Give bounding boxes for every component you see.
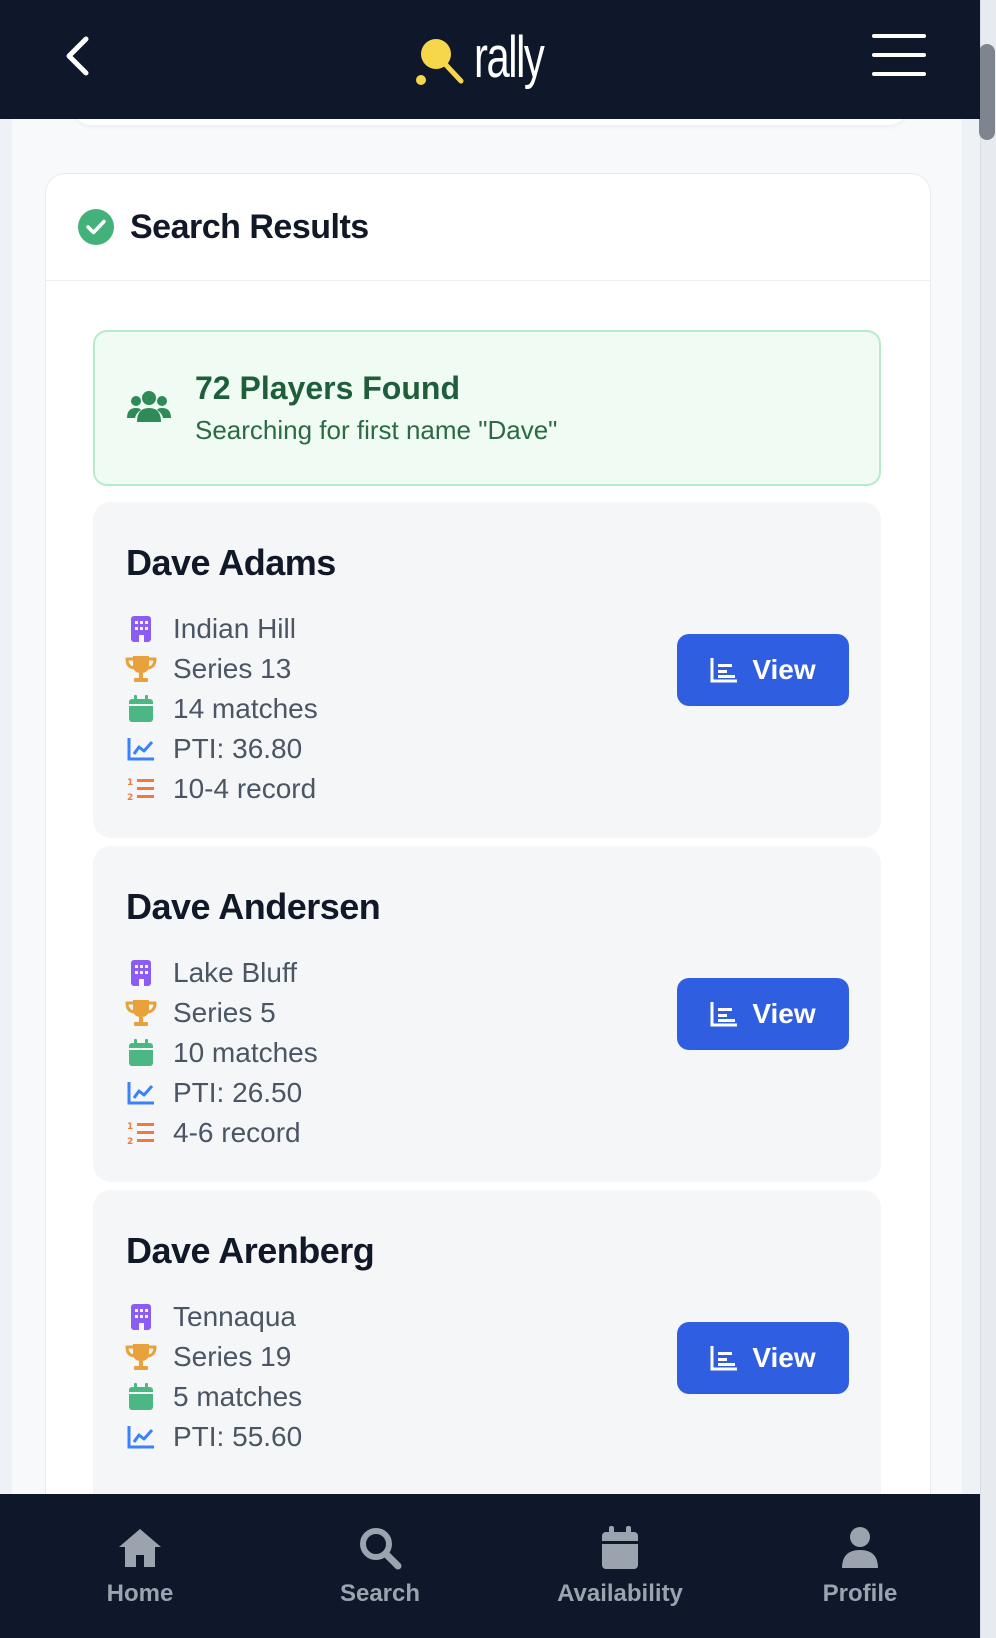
stat-series: Series 19 xyxy=(125,1337,302,1377)
main-content[interactable]: Search Results 72 Players Found Searchin… xyxy=(12,119,962,1499)
stat-pti: PTI: 36.80 xyxy=(125,729,318,769)
stat-series: Series 13 xyxy=(125,649,318,689)
view-button-label: View xyxy=(752,998,816,1029)
stat-pti: PTI: 55.60 xyxy=(125,1417,302,1457)
club-name: Indian Hill xyxy=(173,613,296,644)
chart-line-icon xyxy=(125,735,157,763)
calendar-icon xyxy=(125,1383,157,1411)
calendar-icon xyxy=(602,1526,638,1569)
player-stats: Tennaqua Series 19 5 matches PTI: 55.60 xyxy=(125,1297,302,1457)
svg-text:1: 1 xyxy=(127,778,133,788)
users-icon xyxy=(127,391,171,422)
stat-matches: 14 matches xyxy=(125,689,318,729)
top-header: rally xyxy=(0,0,980,119)
building-icon xyxy=(125,959,157,987)
series-name: Series 13 xyxy=(173,653,292,684)
nav-search[interactable]: Search xyxy=(260,1494,500,1638)
trophy-icon xyxy=(125,655,157,683)
stat-pti: PTI: 26.50 xyxy=(125,1073,318,1113)
player-name: Dave Andersen xyxy=(126,886,381,927)
svg-text:2: 2 xyxy=(127,1137,133,1146)
nav-availability[interactable]: Availability xyxy=(500,1494,740,1638)
view-player-button[interactable]: View xyxy=(677,634,849,706)
stat-series: Series 5 xyxy=(125,993,318,1033)
player-name: Dave Arenberg xyxy=(126,1230,375,1271)
win-loss-record: 4-6 record xyxy=(173,1117,301,1148)
check-circle-icon xyxy=(78,209,114,245)
player-stats: Indian Hill Series 13 14 matches PTI: 36… xyxy=(125,609,318,809)
view-button-label: View xyxy=(752,1342,816,1373)
menu-icon-line xyxy=(872,34,926,38)
svg-text:1: 1 xyxy=(127,1122,133,1132)
pti-value: PTI: 26.50 xyxy=(173,1077,303,1108)
match-count: 5 matches xyxy=(173,1381,303,1412)
win-loss-record: 10-4 record xyxy=(173,773,317,804)
nav-profile[interactable]: Profile xyxy=(740,1494,980,1638)
card-title: Search Results xyxy=(130,207,369,246)
menu-button[interactable] xyxy=(872,34,926,76)
calendar-icon xyxy=(125,695,157,723)
building-icon xyxy=(125,1303,157,1331)
search-query-text: Searching for first name "Dave" xyxy=(195,415,558,445)
list-ol-icon: 12 xyxy=(125,775,157,803)
series-name: Series 19 xyxy=(173,1341,292,1372)
stat-club: Indian Hill xyxy=(125,609,318,649)
scrollbar-thumb[interactable] xyxy=(979,44,995,140)
stat-record: 12 10-4 record xyxy=(125,769,318,809)
previous-card-edge xyxy=(70,119,910,125)
trophy-icon xyxy=(125,1343,157,1371)
chevron-left-icon xyxy=(66,36,89,76)
nav-availability-label: Availability xyxy=(557,1580,683,1607)
nav-home[interactable]: Home xyxy=(0,1494,260,1638)
results-count: 72 Players Found xyxy=(195,370,460,406)
stat-record: 12 4-6 record xyxy=(125,1113,318,1153)
view-player-button[interactable]: View xyxy=(677,1322,849,1394)
player-stats: Lake Bluff Series 5 10 matches PTI: 26.5… xyxy=(125,953,318,1153)
pti-value: PTI: 55.60 xyxy=(173,1421,303,1452)
scrollbar-track[interactable] xyxy=(980,0,996,1638)
chart-bar-icon xyxy=(710,1002,738,1027)
nav-profile-label: Profile xyxy=(822,1580,898,1607)
menu-icon-line xyxy=(872,72,926,76)
pti-value: PTI: 36.80 xyxy=(173,733,303,764)
building-icon xyxy=(125,615,157,643)
club-name: Tennaqua xyxy=(173,1301,297,1332)
list-ol-icon: 12 xyxy=(125,1119,157,1147)
trophy-icon xyxy=(125,999,157,1027)
player-card[interactable]: Dave Arenberg Tennaqua Series 19 5 match… xyxy=(93,1190,881,1499)
app-logo[interactable]: rally xyxy=(416,24,570,94)
chart-bar-icon xyxy=(710,658,738,683)
chart-line-icon xyxy=(125,1079,157,1107)
nav-home-label: Home xyxy=(106,1580,174,1607)
match-count: 14 matches xyxy=(173,693,318,724)
svg-text:2: 2 xyxy=(127,793,133,802)
rally-logo-icon xyxy=(416,39,464,85)
view-button-label: View xyxy=(752,654,816,685)
view-player-button[interactable]: View xyxy=(677,978,849,1050)
chart-line-icon xyxy=(125,1423,157,1451)
search-results-card: Search Results 72 Players Found Searchin… xyxy=(45,173,931,1499)
calendar-icon xyxy=(125,1039,157,1067)
club-name: Lake Bluff xyxy=(173,957,298,988)
chart-bar-icon xyxy=(710,1346,738,1371)
series-name: Series 5 xyxy=(173,997,276,1028)
stat-club: Lake Bluff xyxy=(125,953,318,993)
stat-matches: 10 matches xyxy=(125,1033,318,1073)
player-name: Dave Adams xyxy=(126,542,336,583)
stat-matches: 5 matches xyxy=(125,1377,302,1417)
back-button[interactable] xyxy=(52,30,102,82)
match-count: 10 matches xyxy=(173,1037,318,1068)
profile-icon xyxy=(842,1527,878,1568)
search-icon xyxy=(360,1528,402,1570)
bottom-nav: Home Search Availability Profile xyxy=(0,1494,980,1638)
player-card[interactable]: Dave Adams Indian Hill Series 13 14 matc… xyxy=(93,502,881,838)
nav-search-label: Search xyxy=(339,1580,421,1607)
results-summary: 72 Players Found Searching for first nam… xyxy=(93,330,881,486)
logo-text: rally xyxy=(474,24,545,90)
menu-icon-line xyxy=(872,53,926,57)
home-icon xyxy=(119,1529,161,1567)
stat-club: Tennaqua xyxy=(125,1297,302,1337)
player-card[interactable]: Dave Andersen Lake Bluff Series 5 10 mat… xyxy=(93,846,881,1182)
card-header: Search Results xyxy=(46,174,930,281)
